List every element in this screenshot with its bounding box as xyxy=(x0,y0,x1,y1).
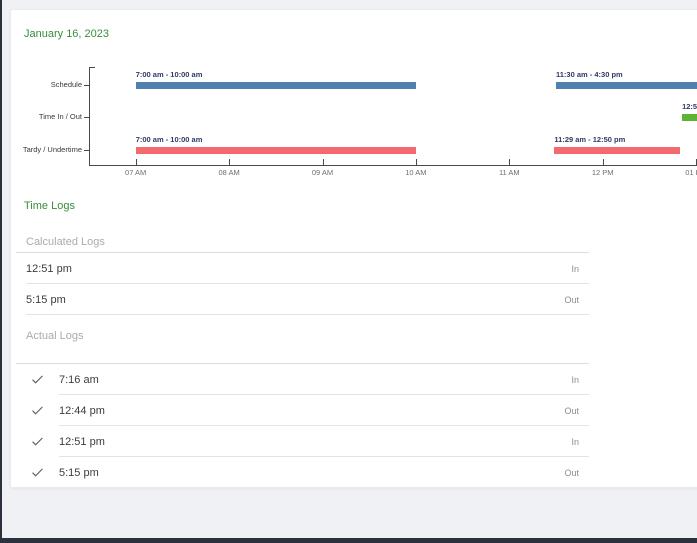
window-edge-left xyxy=(0,0,2,543)
chart-bar-label: 11:29 am - 12:50 pm xyxy=(554,135,625,144)
chart-bar xyxy=(554,147,680,154)
chart-bar-label: 11:30 am - 4:30 pm xyxy=(556,70,623,79)
log-time: 5:15 pm xyxy=(59,467,99,479)
chart-bar xyxy=(556,82,697,89)
x-axis-tick-mark xyxy=(323,159,324,165)
time-logs-title: Time Logs xyxy=(24,200,75,212)
x-axis-tick-label: 12 PM xyxy=(581,168,625,177)
date-header: January 16, 2023 xyxy=(24,28,109,40)
log-row: 5:15 pm Out xyxy=(16,284,589,315)
log-time: 12:51 pm xyxy=(26,263,72,275)
x-axis-tick-label: 09 AM xyxy=(301,168,345,177)
y-axis-line xyxy=(89,67,90,165)
chart-bar-label: 12:51 pm - 5:15 pm xyxy=(682,102,697,111)
log-row: 5:15 pm Out xyxy=(16,457,589,488)
log-section-title: Actual Logs xyxy=(16,315,589,364)
check-icon xyxy=(31,404,44,417)
log-section: Actual Logs 7:16 am In 12:44 pm Out 12:51 pm I… xyxy=(16,315,589,488)
log-section: Calculated Logs 12:51 pm In 5:15 pm Out xyxy=(16,232,589,315)
x-axis-tick-label: 07 AM xyxy=(114,168,158,177)
log-time: 7:16 am xyxy=(59,374,99,386)
chart-row-label: Schedule xyxy=(11,80,82,89)
log-time: 12:51 pm xyxy=(59,436,105,448)
chart-bar xyxy=(136,82,416,89)
window-edge-bottom xyxy=(0,538,697,543)
y-axis-row-tick xyxy=(84,85,89,86)
x-axis-tick-mark xyxy=(416,159,417,165)
x-axis-line xyxy=(89,165,697,166)
check-icon xyxy=(31,435,44,448)
time-logs-sections: Calculated Logs12:51 pmIn5:15 pmOutActua… xyxy=(16,232,589,488)
attendance-page: { "header": { "date": "January 16, 2023"… xyxy=(0,0,697,543)
log-time: 5:15 pm xyxy=(26,294,66,306)
log-row: 12:44 pm Out xyxy=(16,395,589,426)
log-direction: Out xyxy=(564,406,579,416)
x-axis-tick-label: 10 AM xyxy=(394,168,438,177)
x-axis-tick-mark xyxy=(136,159,137,165)
log-direction: In xyxy=(571,375,579,385)
y-axis-row-tick xyxy=(84,150,89,151)
log-row: 7:16 am In xyxy=(16,364,589,395)
log-section-title: Calculated Logs xyxy=(16,232,589,253)
x-axis-tick-label: 01 PM xyxy=(674,168,697,177)
chart-bar-label: 7:00 am - 10:00 am xyxy=(136,70,203,79)
chart-bar xyxy=(682,114,697,121)
x-axis-tick-mark xyxy=(603,159,604,165)
x-axis-tick-label: 11 AM xyxy=(487,168,531,177)
log-row: 12:51 pm In xyxy=(16,253,589,284)
log-row: 12:51 pm In xyxy=(16,426,589,457)
timeline-chart: 07 AM 08 AM 09 AM 10 AM 11 AM 12 PM 01 PM Sched… xyxy=(11,54,697,196)
attendance-card: January 16, 2023 07 AM 08 AM 09 AM 10 AM 11 … xyxy=(10,9,697,488)
x-axis-tick-label: 08 AM xyxy=(207,168,251,177)
y-axis-top-tick xyxy=(89,67,95,68)
log-direction: In xyxy=(571,264,579,274)
log-direction: Out xyxy=(564,295,579,305)
check-icon xyxy=(31,466,44,479)
log-time: 12:44 pm xyxy=(59,405,105,417)
chart-row-label: Time In / Out xyxy=(11,112,82,121)
chart-bar xyxy=(136,147,416,154)
chart-row-label: Tardy / Undertime xyxy=(11,145,82,154)
x-axis-tick-mark xyxy=(509,159,510,165)
chart-bar-label: 7:00 am - 10:00 am xyxy=(136,135,203,144)
log-direction: In xyxy=(571,437,579,447)
y-axis-row-tick xyxy=(84,117,89,118)
x-axis-tick-mark xyxy=(229,159,230,165)
log-direction: Out xyxy=(564,468,579,478)
check-icon xyxy=(31,373,44,386)
